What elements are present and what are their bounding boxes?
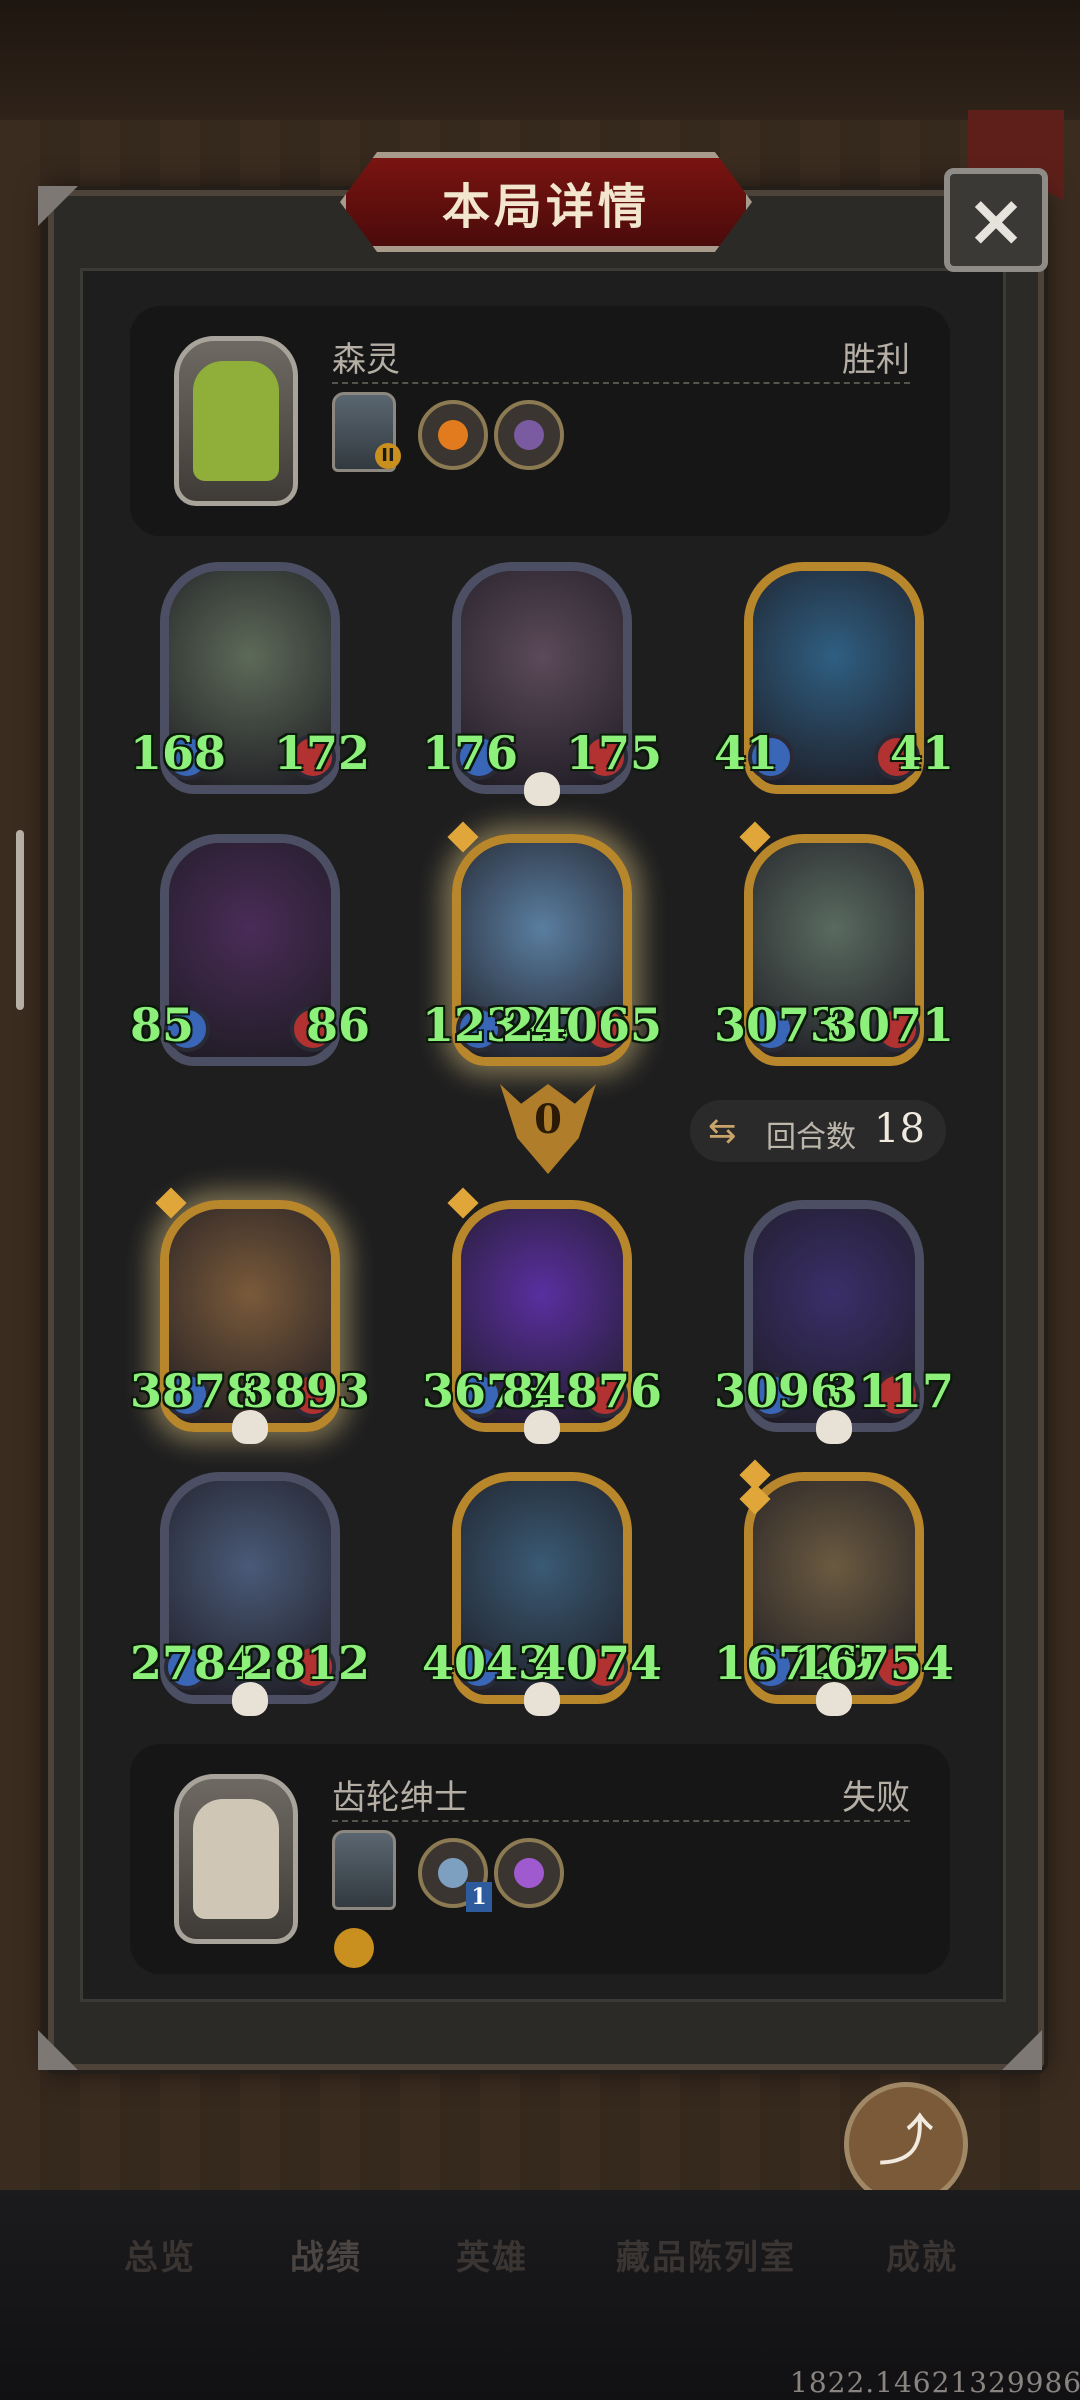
minion-health: 3071 [825, 998, 954, 1052]
minion-attack: 3073 [714, 998, 843, 1052]
minion-attack: 85 [130, 998, 195, 1052]
close-icon: × [965, 178, 1027, 262]
nav-heroes[interactable]: 英雄 [456, 2230, 528, 2279]
nav-collection[interactable]: 藏品陈列室 [616, 2230, 796, 2279]
hero-portrait-image [193, 361, 279, 481]
trinket-slot[interactable]: 1 [418, 1838, 492, 1912]
minion-attack: 3878 [130, 1364, 259, 1418]
minion-card[interactable]: 85 86 [130, 834, 370, 1074]
hero-power-level-badge: II [375, 443, 401, 469]
round-counter: ⇆ 回合数 18 [690, 1100, 946, 1162]
side-drawer-handle[interactable] [16, 830, 24, 1010]
opponent-result: 胜利 [842, 340, 910, 380]
player-card: 齿轮绅士 失败 1 [130, 1744, 950, 1974]
trinket-slot[interactable] [418, 400, 488, 470]
minion-card[interactable]: 3678 84876 [422, 1187, 662, 1444]
title-plate: 本局详情 [340, 152, 752, 252]
minion-attack: 41 [714, 726, 779, 780]
trinket-slot[interactable] [494, 400, 564, 470]
player-result: 失败 [842, 1778, 910, 1818]
opponent-name: 森灵 [332, 340, 400, 380]
buff-icon[interactable] [334, 1928, 374, 1968]
minion-health: 3893 [241, 1364, 370, 1418]
page-title: 本局详情 [441, 179, 650, 235]
hero-power-slot[interactable] [332, 1830, 396, 1910]
minion-attack: 2784 [130, 1636, 259, 1690]
minion-health: 2812 [241, 1636, 370, 1690]
minion-health: 16754 [793, 1636, 954, 1690]
minion-health: 24065 [501, 998, 662, 1052]
minion-attack: 4043 [422, 1636, 551, 1690]
round-counter-label: 回合数 [766, 1120, 856, 1155]
close-button[interactable]: × [944, 168, 1048, 272]
minion-health: 84876 [501, 1364, 662, 1418]
minion-health: 172 [273, 726, 370, 780]
minion-card[interactable]: 176 175 [422, 562, 662, 806]
opponent-card: 森灵 胜利 II [130, 306, 950, 536]
divider [332, 382, 910, 384]
trinket-icon [514, 420, 544, 450]
minion-attack: 3096 [714, 1364, 843, 1418]
trinket-slot[interactable] [494, 1838, 564, 1908]
minion-health: 41 [889, 726, 954, 780]
nav-overview[interactable]: 总览 [124, 2230, 196, 2279]
minion-health: 3117 [825, 1364, 954, 1418]
minion-health: 175 [565, 726, 662, 780]
minion-card[interactable]: 41 41 [714, 562, 954, 802]
minion-attack: 168 [130, 726, 227, 780]
refresh-icon: ⇆ [708, 1111, 737, 1151]
opponent-avatar[interactable] [174, 336, 298, 506]
coordinate-readout: 1822.14621329986 [790, 2366, 1080, 2399]
minion-health: 86 [305, 998, 370, 1052]
trinket-icon [514, 1858, 544, 1888]
trinket-icon [438, 1858, 468, 1888]
skull-icon [524, 772, 560, 806]
minion-card[interactable]: 2784 2812 [130, 1472, 370, 1716]
nav-achievements[interactable]: 成就 [886, 2230, 958, 2279]
divider [332, 1820, 910, 1822]
hero-portrait-image [193, 1799, 279, 1919]
share-icon: ⤴ [878, 2109, 934, 2174]
round-counter-value: 18 [874, 1106, 925, 1152]
trinket-icon [438, 420, 468, 450]
minion-card[interactable]: 3096 3117 [714, 1200, 954, 1444]
minion-card[interactable]: 4043 4074 [422, 1472, 662, 1716]
trinket-count-badge: 1 [466, 1882, 492, 1912]
minion-card[interactable]: 168 172 [130, 562, 370, 802]
minion-card[interactable]: 16729 16754 [714, 1459, 954, 1716]
round-arrow-value: 0 [534, 1096, 562, 1143]
minion-health: 4074 [533, 1636, 662, 1690]
minion-card[interactable]: 3073 3071 [714, 821, 954, 1074]
share-button[interactable]: ⤴ [844, 2082, 968, 2206]
player-avatar[interactable] [174, 1774, 298, 1944]
player-name: 齿轮绅士 [332, 1778, 468, 1818]
minion-card[interactable]: 3878 3893 [130, 1187, 370, 1444]
minion-attack: 176 [422, 726, 519, 780]
nav-records[interactable]: 战绩 [290, 2230, 362, 2279]
hero-power-slot[interactable]: II [332, 392, 401, 472]
minion-card[interactable]: 12327 24065 [422, 821, 662, 1074]
